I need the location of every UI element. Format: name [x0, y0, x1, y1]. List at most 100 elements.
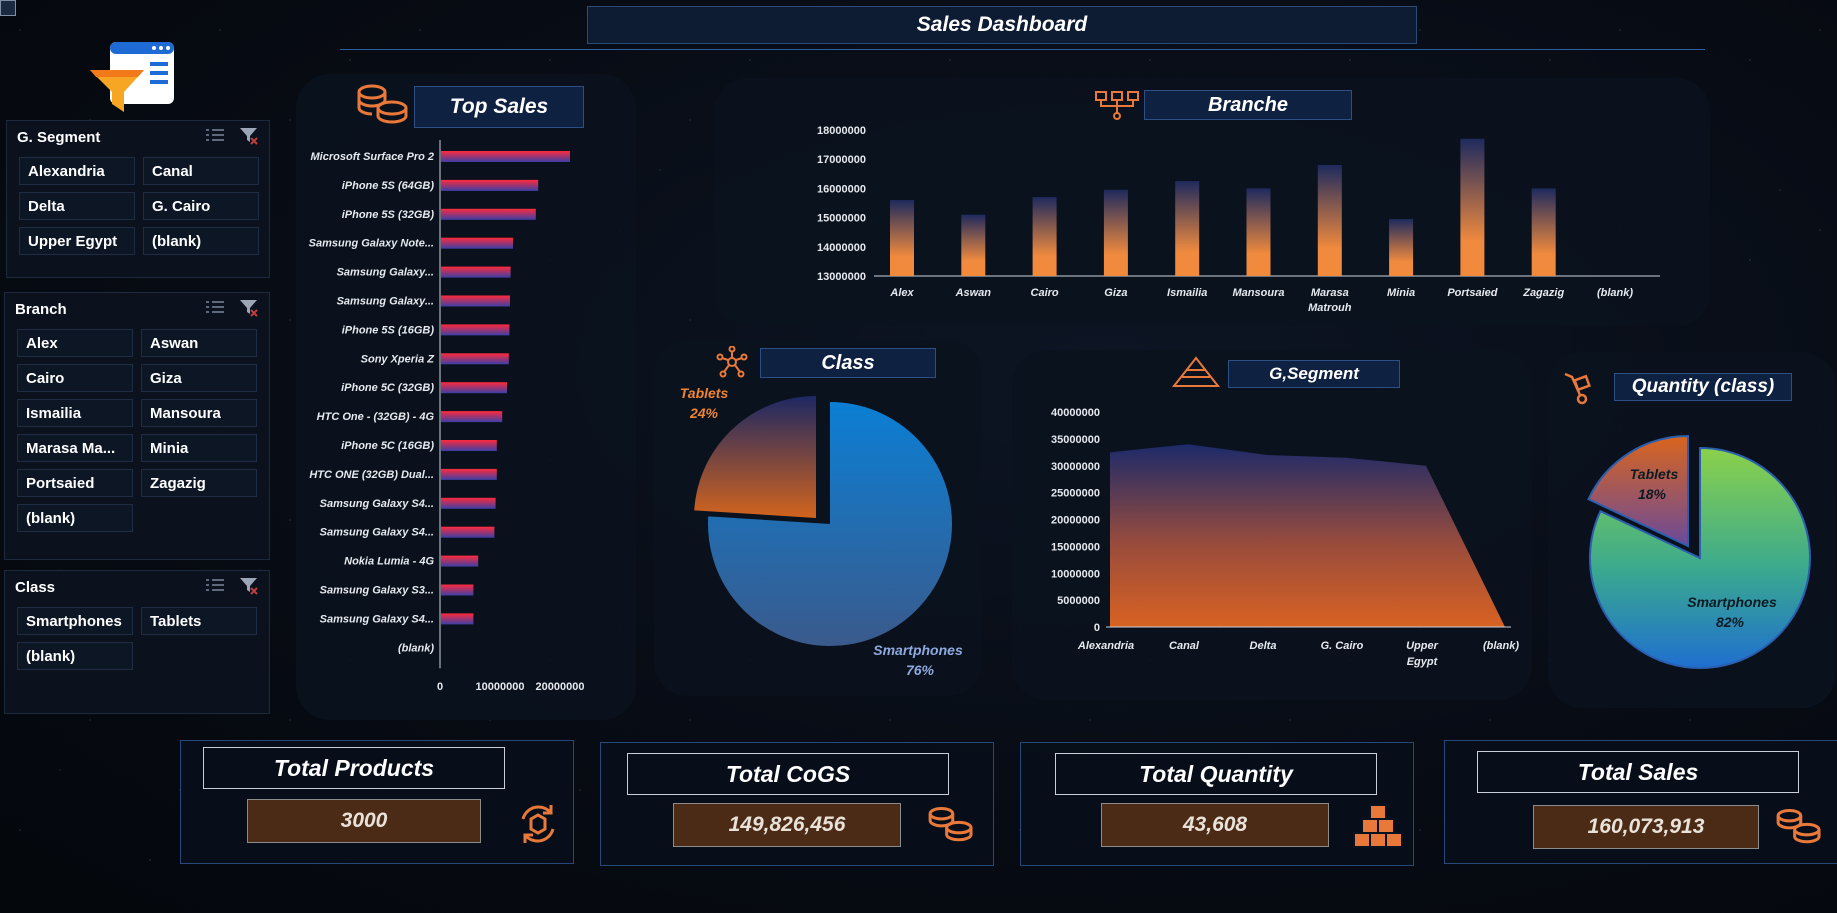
segment-item-blank[interactable]: (blank) — [143, 227, 259, 255]
segment-item-canal[interactable]: Canal — [143, 157, 259, 185]
bar-label: iPhone 5S (32GB) — [342, 209, 435, 221]
bar-label: Samsung Galaxy... — [337, 296, 434, 308]
branch-bar — [1460, 138, 1485, 276]
title-divider — [340, 49, 1705, 50]
bar-label: Microsoft Surface Pro 2 — [311, 151, 434, 163]
branch-bar — [1103, 189, 1128, 276]
sales-bar — [441, 151, 570, 162]
slice-name-tablets: Tablets — [680, 385, 729, 401]
segment-item-delta[interactable]: Delta — [19, 192, 135, 220]
x-tick-label: Mansoura — [1233, 287, 1285, 299]
window-corner-icon[interactable] — [0, 0, 16, 16]
multi-select-icon[interactable] — [205, 577, 225, 600]
branch-bar — [1389, 219, 1414, 276]
x-tick-label: Minia — [1387, 287, 1415, 299]
y-tick-label: 5000000 — [1057, 595, 1100, 607]
bar-label: Samsung Galaxy S3... — [320, 585, 434, 597]
sales-bar — [441, 497, 496, 509]
class-item-tablets[interactable]: Tablets — [141, 607, 257, 635]
multi-select-icon[interactable] — [205, 299, 225, 322]
x-tick-label: Delta — [1250, 640, 1277, 652]
bar-label: Nokia Lumia - 4G — [344, 556, 434, 568]
branch-item-portsaied[interactable]: Portsaied — [17, 469, 133, 497]
sales-bar — [441, 382, 507, 394]
slice-pct-tablets: 18% — [1638, 486, 1667, 502]
branch-bar — [1317, 165, 1342, 276]
kpi-title: Total CoGS — [627, 753, 949, 795]
pyramid-icon — [1171, 356, 1221, 393]
y-tick-label: 14000000 — [817, 242, 866, 254]
segment-chart-title: G,Segment — [1228, 360, 1400, 388]
y-tick-label: 0 — [1094, 622, 1100, 634]
quantity-pie-chart: Smartphones 82% Tablets 18% — [1548, 404, 1836, 709]
branch-item-alex[interactable]: Alex — [17, 329, 133, 357]
branch-item-blank[interactable]: (blank) — [17, 504, 133, 532]
x-tick-label: 20000000 — [536, 681, 585, 693]
branch-slicer-title: Branch — [15, 301, 67, 318]
coins-icon — [1775, 807, 1823, 852]
bar-label: Samsung Galaxy S4... — [320, 527, 434, 539]
sales-bar — [441, 555, 479, 567]
x-tick-label: Cairo — [1031, 287, 1059, 299]
branch-item-giza[interactable]: Giza — [141, 364, 257, 392]
segment-item-alexandria[interactable]: Alexandria — [19, 157, 135, 185]
kpi-total-quantity: Total Quantity 43,608 — [1020, 742, 1414, 866]
class-item-smartphones[interactable]: Smartphones — [17, 607, 133, 635]
network-icon — [716, 345, 748, 383]
branch-item-zagazig[interactable]: Zagazig — [141, 469, 257, 497]
slice-pct-smartphones: 82% — [1716, 614, 1745, 630]
segment-area — [1110, 444, 1505, 627]
class-item-blank[interactable]: (blank) — [17, 642, 133, 670]
x-tick-label: G. Cairo — [1321, 640, 1364, 652]
sales-bar — [441, 440, 497, 451]
branch-item-minia[interactable]: Minia — [141, 434, 257, 462]
bar-label: Samsung Galaxy... — [337, 267, 434, 279]
coins-icon — [356, 82, 410, 133]
segment-item-upper-egypt[interactable]: Upper Egypt — [19, 227, 135, 255]
clear-filter-icon[interactable] — [239, 577, 259, 600]
sales-bar — [441, 324, 510, 336]
sales-bar — [441, 526, 495, 538]
branch-bar — [1175, 181, 1200, 276]
branch-item-ismailia[interactable]: Ismailia — [17, 399, 133, 427]
y-tick-label: 10000000 — [1051, 568, 1100, 580]
kpi-total-cogs: Total CoGS 149,826,456 — [600, 742, 994, 866]
quantity-chart-title: Quantity (class) — [1614, 373, 1792, 401]
bar-label: iPhone 5S (16GB) — [342, 324, 435, 336]
bar-label: iPhone 5S (64GB) — [342, 180, 435, 192]
x-tick-label: Alexandria — [1077, 640, 1134, 652]
y-tick-label: 30000000 — [1051, 461, 1100, 473]
kpi-value: 3000 — [247, 799, 481, 843]
y-tick-label: 13000000 — [817, 271, 866, 283]
branch-item-cairo[interactable]: Cairo — [17, 364, 133, 392]
y-tick-label: 20000000 — [1051, 515, 1100, 527]
branch-bar — [890, 200, 914, 276]
clear-filter-icon[interactable] — [239, 299, 259, 322]
bar-label: iPhone 5C (32GB) — [341, 382, 434, 394]
x-tick-label: (blank) — [1483, 640, 1519, 652]
branch-item-mansoura[interactable]: Mansoura — [141, 399, 257, 427]
kpi-title: Total Products — [203, 747, 505, 789]
kpi-total-products: Total Products 3000 — [180, 740, 574, 864]
sales-bar — [441, 266, 511, 278]
branch-bar — [1246, 188, 1271, 276]
bar-label: (blank) — [398, 642, 434, 654]
branch-bar — [1531, 188, 1556, 276]
y-tick-label: 18000000 — [817, 125, 866, 137]
segment-item-g-cairo[interactable]: G. Cairo — [143, 192, 259, 220]
x-tick-label: (blank) — [1597, 287, 1633, 299]
segment-area-chart: 40000000 35000000 30000000 25000000 20000000… — [1020, 396, 1530, 691]
x-tick-label: Canal — [1169, 640, 1200, 652]
top-sales-title: Top Sales — [414, 86, 584, 128]
kpi-value: 149,826,456 — [673, 803, 901, 847]
sales-bar — [441, 295, 510, 307]
branch-item-marasa-matrouh[interactable]: Marasa Ma... — [17, 434, 133, 462]
branch-item-aswan[interactable]: Aswan — [141, 329, 257, 357]
class-slicer-title: Class — [15, 579, 56, 596]
class-pie-chart: Smartphones 76% Tablets 24% — [654, 380, 982, 695]
bar-label: iPhone 5C (16GB) — [341, 440, 434, 452]
x-tick-label: Giza — [1104, 287, 1127, 299]
clear-filter-icon[interactable] — [239, 127, 259, 150]
multi-select-icon[interactable] — [205, 127, 225, 150]
x-tick-label: Alex — [889, 287, 914, 299]
